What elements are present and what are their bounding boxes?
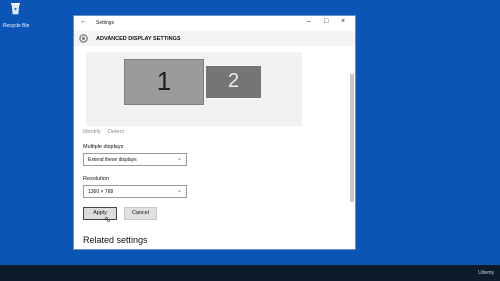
monitor-2[interactable]: 2 xyxy=(206,66,261,98)
related-settings-heading: Related settings xyxy=(83,235,148,245)
taskbar: Udemy xyxy=(0,265,500,281)
chevron-down-icon: ⌄ xyxy=(176,188,182,194)
back-arrow-icon[interactable]: ← xyxy=(80,18,87,25)
cancel-button[interactable]: Cancel xyxy=(124,207,157,220)
recycle-bin-icon xyxy=(10,3,20,15)
scrollbar[interactable] xyxy=(350,74,354,202)
maximize-icon[interactable]: □ xyxy=(324,18,328,25)
chevron-down-icon: ⌄ xyxy=(176,156,182,162)
multiple-displays-value: Extend these displays xyxy=(88,157,137,163)
window-title: Settings xyxy=(96,20,115,26)
page-title: ADVANCED DISPLAY SETTINGS xyxy=(96,36,181,42)
detect-link[interactable]: Detect xyxy=(108,129,124,135)
recycle-bin-shortcut[interactable]: Recycle Bin xyxy=(3,2,30,29)
identify-link[interactable]: Identify xyxy=(83,129,101,135)
gear-icon xyxy=(79,34,88,43)
close-icon[interactable]: × xyxy=(341,18,345,25)
monitor-1[interactable]: 1 xyxy=(124,59,204,105)
recycle-bin-label: Recycle Bin xyxy=(3,23,30,29)
title-bar: ← Settings – □ × xyxy=(74,16,355,31)
monitor-2-label: 2 xyxy=(227,70,240,92)
display-preview: 1 2 xyxy=(86,52,302,126)
multiple-displays-label: Multiple displays xyxy=(83,144,124,150)
minimize-icon[interactable]: – xyxy=(307,18,311,25)
page-header: ADVANCED DISPLAY SETTINGS xyxy=(74,31,355,46)
monitor-1-label: 1 xyxy=(156,66,172,96)
resolution-label: Resolution xyxy=(83,176,109,182)
multiple-displays-select[interactable]: Extend these displays ⌄ xyxy=(83,153,187,166)
settings-window: ← Settings – □ × ADVANCED DISPLAY SETTIN… xyxy=(74,16,355,249)
mouse-cursor-icon: ⬁ xyxy=(104,215,111,224)
apply-button[interactable]: Apply xyxy=(83,207,117,220)
resolution-value: 1360 × 768 xyxy=(88,189,114,195)
resolution-select[interactable]: 1360 × 768 ⌄ xyxy=(83,185,187,198)
udemy-watermark: Udemy xyxy=(478,270,494,276)
